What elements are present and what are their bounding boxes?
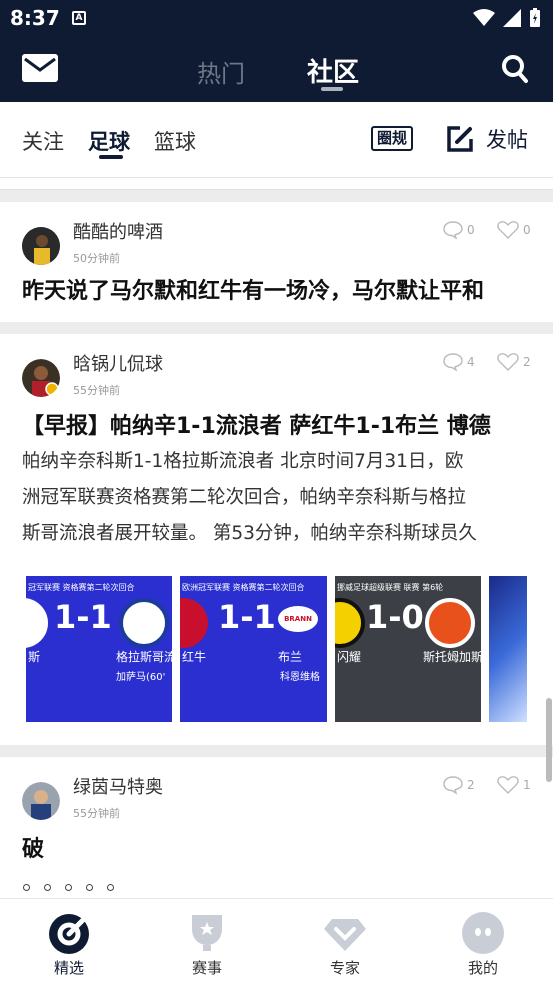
post-title[interactable]: 破: [22, 831, 542, 863]
like-count[interactable]: 1: [497, 775, 531, 795]
nav-matches[interactable]: 赛事: [138, 899, 276, 983]
post-title[interactable]: 昨天说了马尔默和红牛有一场冷，马尔默让平和: [22, 273, 542, 305]
post-card[interactable]: 酷酷的啤酒 50分钟前 0 0 昨天说了马尔默和红牛有一场冷，马尔默让平和: [0, 202, 553, 322]
nav-label: 赛事: [191, 959, 222, 977]
pagination-dot: [65, 884, 72, 891]
brann-crest-icon: BRANN: [278, 606, 318, 632]
heart-icon: [497, 776, 519, 794]
post-image[interactable]: 欧洲冠军联赛 资格赛第二轮次回合 1-1 BRANN 红牛 布兰 科恩维格: [180, 576, 327, 722]
comment-count[interactable]: 4: [443, 352, 475, 372]
pagination-dot: [86, 884, 93, 891]
scrollbar[interactable]: [546, 698, 552, 782]
diamond-icon: [324, 919, 366, 951]
nav-label: 精选: [53, 959, 84, 977]
team-crest-icon: [119, 598, 169, 648]
top-header: 热门 社区: [0, 38, 553, 102]
signal-icon: [503, 9, 521, 27]
author-name[interactable]: 酷酷的啤酒: [73, 218, 163, 244]
comment-count[interactable]: 0: [443, 220, 475, 240]
feed-top-strip: [0, 178, 553, 190]
post-image[interactable]: [489, 576, 527, 722]
wifi-icon: [473, 9, 495, 26]
target-icon: [49, 914, 89, 954]
team-crest-icon: [425, 598, 475, 648]
mail-icon[interactable]: [22, 54, 58, 82]
team-crest-icon: [335, 598, 365, 648]
notification-badge-icon: A: [72, 11, 86, 25]
post-card[interactable]: 晗锅儿侃球 55分钟前 4 2 【早报】帕纳辛1-1流浪者 萨红牛1-1布兰 博…: [0, 334, 553, 745]
subtab-football[interactable]: 足球: [88, 126, 130, 156]
post-time: 55分钟前: [73, 384, 120, 397]
avatar: [22, 359, 60, 397]
circle-rules-button[interactable]: 圈规: [371, 126, 414, 151]
like-count[interactable]: 2: [497, 352, 531, 372]
comment-count[interactable]: 2: [443, 775, 475, 795]
post-time: 50分钟前: [73, 252, 120, 265]
post-time: 55分钟前: [73, 807, 120, 820]
sub-tab-bar: 关注 足球 篮球 圈规 发帖: [0, 102, 553, 178]
team-crest-icon: [180, 598, 208, 648]
avatar: [22, 782, 60, 820]
heart-icon: [497, 353, 519, 371]
post-label: 发帖: [486, 128, 528, 152]
author-name[interactable]: 晗锅儿侃球: [73, 350, 163, 376]
pagination-dot: [107, 884, 114, 891]
post-card[interactable]: 绿茵马特奥 55分钟前 2 1 破: [0, 757, 553, 898]
like-count[interactable]: 0: [497, 220, 531, 240]
comment-icon: [443, 776, 463, 795]
post-image[interactable]: 挪威足球超级联赛 联赛 第6轮 1-0 闪耀 斯托姆加斯: [335, 576, 481, 722]
nav-profile[interactable]: 我的: [414, 899, 552, 983]
image-pagination-dots: [23, 884, 114, 891]
avatar-face-icon: [462, 912, 504, 954]
nav-label: 专家: [329, 959, 360, 977]
status-bar: 8:37 A: [0, 0, 553, 38]
avatar: [22, 227, 60, 265]
comment-icon: [443, 221, 463, 240]
author-name[interactable]: 绿茵马特奥: [73, 773, 163, 799]
comment-icon: [443, 353, 463, 372]
tab-hot[interactable]: 热门: [197, 54, 245, 89]
subtab-follow[interactable]: 关注: [22, 126, 64, 156]
post-image[interactable]: 冠军联赛 资格赛第二轮次回合 1-1 斯 格拉斯哥流 加萨马(60': [26, 576, 172, 722]
heart-icon: [497, 221, 519, 239]
subtab-active-indicator: [99, 155, 123, 159]
edit-icon: [447, 126, 473, 152]
post-feed[interactable]: 酷酷的啤酒 50分钟前 0 0 昨天说了马尔默和红牛有一场冷，马尔默让平和 晗锅…: [0, 178, 553, 898]
nav-experts[interactable]: 专家: [276, 899, 414, 983]
post-summary[interactable]: 帕纳辛奈科斯1-1格拉斯流浪者 北京时间7月31日，欧 洲冠军联赛资格赛第二轮次…: [22, 444, 534, 552]
tab-active-indicator: [321, 87, 343, 91]
status-time: 8:37: [10, 6, 60, 30]
team-crest-icon: [26, 598, 48, 648]
bottom-navigation: 精选 赛事 专家 我的: [0, 898, 553, 983]
tab-community[interactable]: 社区: [307, 52, 359, 89]
search-icon[interactable]: [501, 54, 529, 84]
post-button[interactable]: 发帖: [446, 124, 528, 154]
nav-featured[interactable]: 精选: [0, 899, 138, 983]
subtab-basketball[interactable]: 篮球: [154, 126, 196, 156]
trophy-icon: [192, 915, 222, 951]
post-title[interactable]: 【早报】帕纳辛1-1流浪者 萨红牛1-1布兰 博德: [22, 408, 542, 440]
battery-icon: [530, 8, 540, 27]
pagination-dot: [44, 884, 51, 891]
nav-label: 我的: [467, 959, 498, 977]
pagination-dot: [23, 884, 30, 891]
